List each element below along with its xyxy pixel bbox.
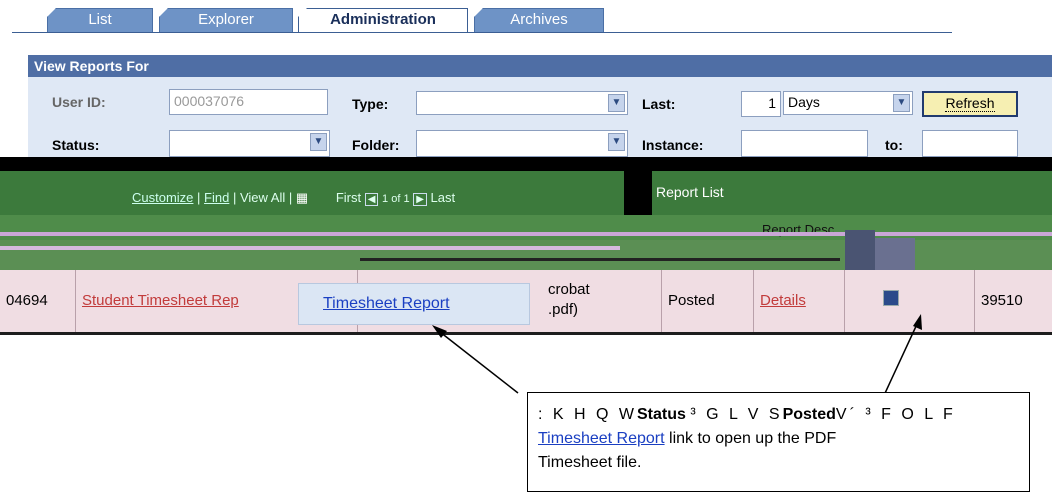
callout-line-3: Timesheet file.: [538, 454, 642, 471]
instruction-callout: : K H Q WStatus ³ G L V SPostedV´ ³ F O …: [527, 392, 1030, 492]
callout-line-1: : K H Q WStatus ³ G L V SPostedV´ ³ F O …: [538, 406, 956, 423]
callout-line-2: Timesheet Report link to open up the PDF: [538, 430, 837, 447]
callout-timesheet-link[interactable]: Timesheet Report: [538, 430, 665, 447]
